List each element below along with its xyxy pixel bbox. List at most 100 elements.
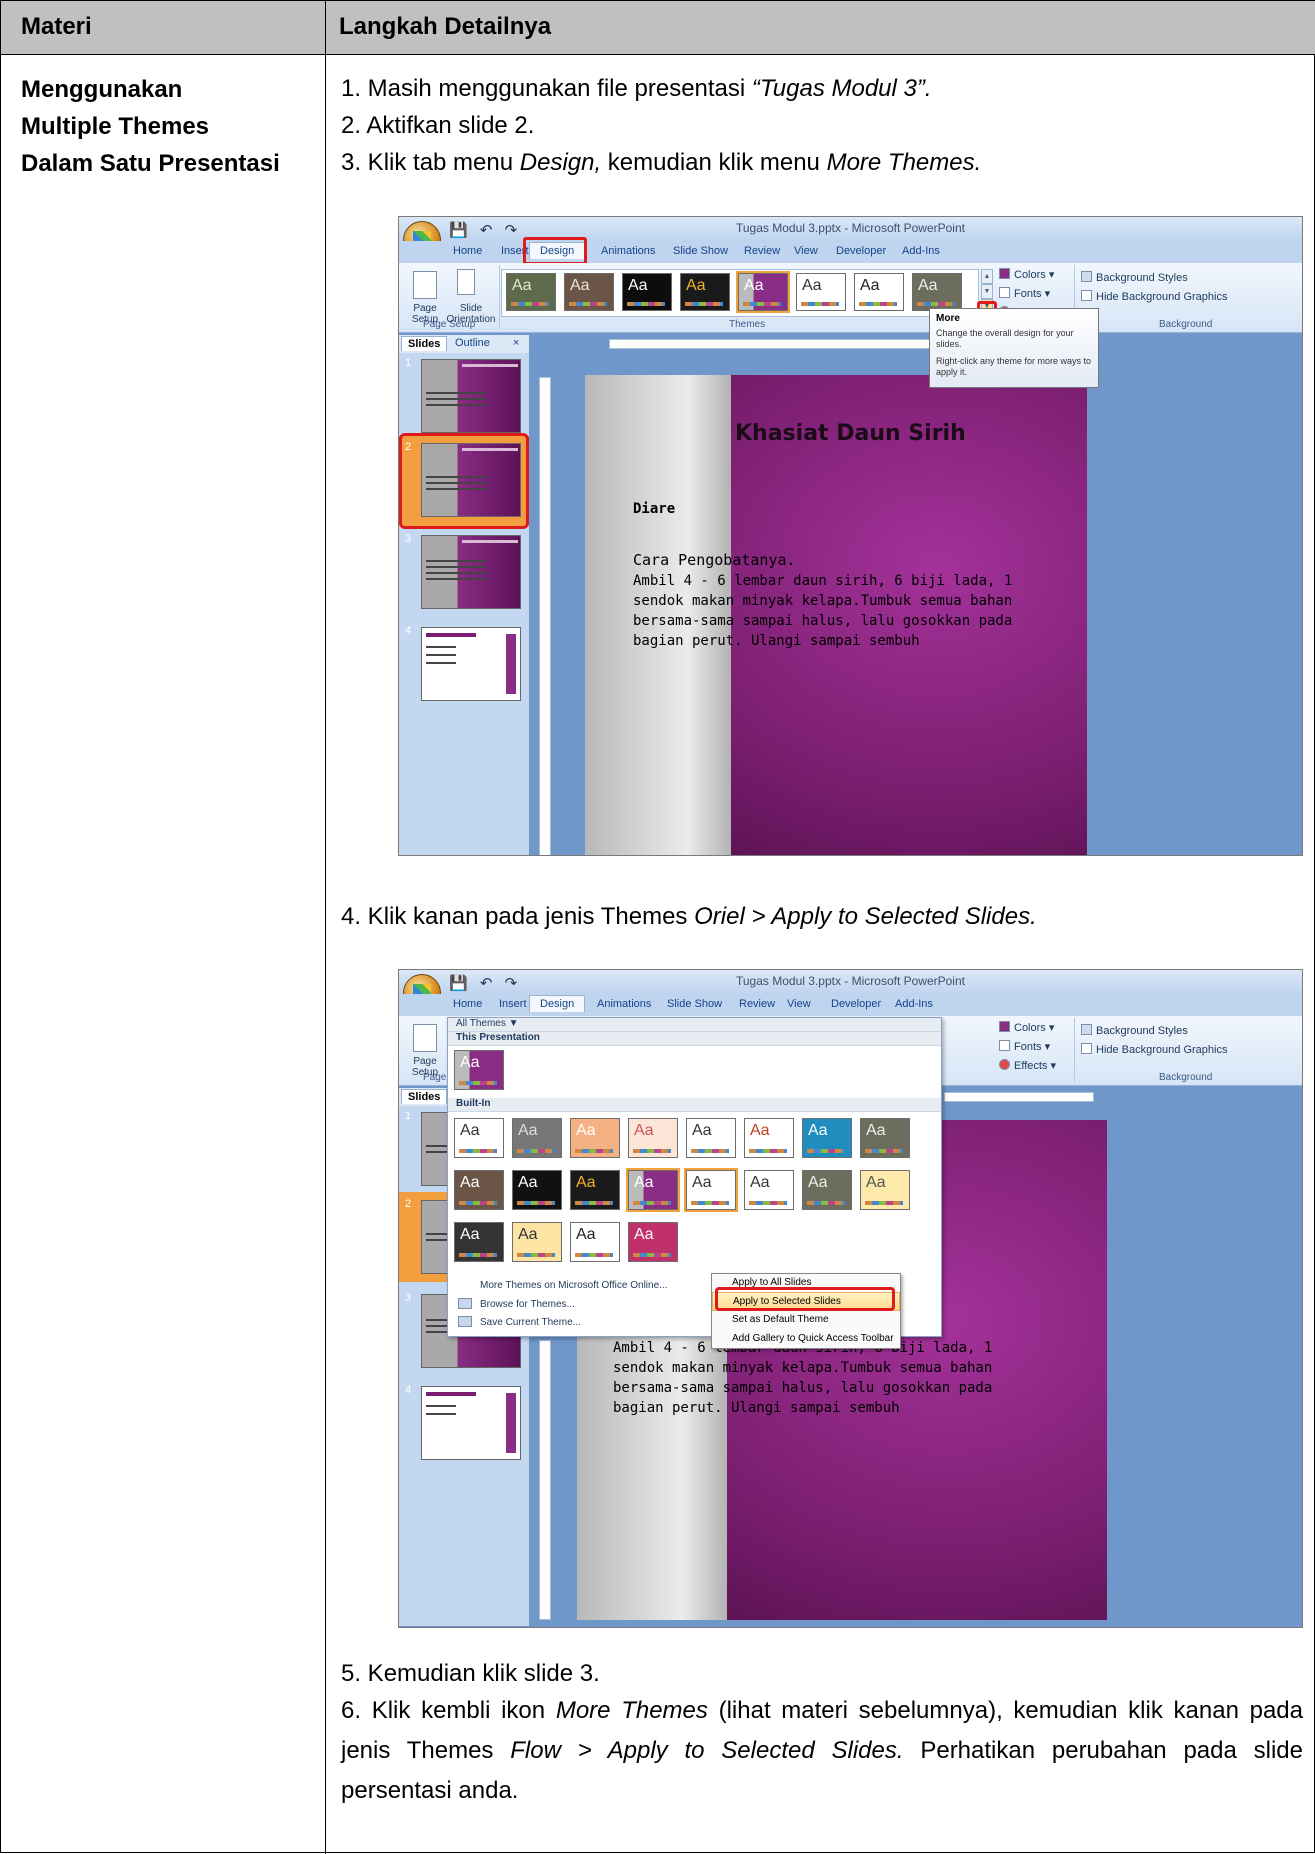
theme-thumb[interactable]: Aa — [564, 273, 614, 311]
fonts-button[interactable]: Fonts ▾ — [999, 1038, 1069, 1057]
slide-thumbnail-3[interactable] — [421, 535, 521, 609]
tab-animations[interactable]: Animations — [601, 245, 655, 257]
theme-thumb[interactable]: Aa — [506, 273, 556, 311]
background-styles-button[interactable]: Background Styles — [1081, 1022, 1302, 1041]
theme-thumb[interactable]: Aa — [912, 273, 962, 311]
page-setup-icon[interactable] — [413, 1024, 437, 1052]
header-materi: Materi — [21, 13, 92, 40]
fonts-button[interactable]: Fonts ▾ — [999, 285, 1069, 304]
theme-thumb[interactable]: Aa — [860, 1118, 910, 1158]
theme-thumb[interactable]: Aa — [684, 1168, 738, 1212]
colors-icon — [999, 1021, 1010, 1032]
theme-thumb[interactable]: Aa — [454, 1170, 504, 1210]
group-separator — [1074, 1018, 1075, 1082]
slides-pane: 1 2 3 4 — [399, 353, 529, 855]
tab-design[interactable]: Design — [529, 995, 586, 1012]
theme-thumb[interactable]: Aa — [628, 1118, 678, 1158]
theme-thumb[interactable]: Aa — [686, 1118, 736, 1158]
theme-thumb[interactable]: Aa — [854, 273, 904, 311]
theme-thumb[interactable]: Aa — [802, 1118, 852, 1158]
colors-button[interactable]: Colors ▾ — [999, 266, 1069, 285]
effects-button[interactable]: Effects ▾ — [999, 1057, 1069, 1076]
hide-background-checkbox[interactable]: Hide Background Graphics — [1081, 288, 1302, 307]
slide-subtitle[interactable]: Diare — [633, 499, 675, 519]
tab-slides[interactable]: Slides — [401, 336, 448, 351]
theme-thumb[interactable]: Aa — [512, 1222, 562, 1262]
this-presentation-header: This Presentation — [448, 1032, 941, 1046]
topic-line: Multiple Themes — [21, 113, 210, 140]
slide-2-highlight — [399, 433, 529, 529]
horizontal-ruler — [609, 339, 939, 349]
menu-add-gallery-qat[interactable]: Add Gallery to Quick Access Toolbar — [712, 1330, 900, 1349]
quick-access-toolbar[interactable]: 💾 ↶ ↷ — [449, 974, 521, 992]
theme-thumb[interactable]: Aa — [860, 1170, 910, 1210]
tab-slides[interactable]: Slides — [401, 1089, 448, 1104]
theme-thumb[interactable]: Aa — [512, 1118, 562, 1158]
tab-animations[interactable]: Animations — [597, 998, 651, 1010]
theme-thumb[interactable]: Aa — [512, 1170, 562, 1210]
tab-review[interactable]: Review — [739, 998, 775, 1010]
close-pane-icon[interactable]: × — [507, 336, 525, 350]
step-6: 6. Klik kembli ikon More Themes (lihat m… — [341, 1697, 1304, 1804]
slide-thumbnail-4[interactable] — [421, 627, 521, 701]
slide-canvas[interactable]: Khasiat Daun Sirih Diare Cara Pengobatan… — [585, 375, 1087, 855]
background-styles-button[interactable]: Background Styles — [1081, 269, 1302, 288]
group-separator — [499, 265, 500, 329]
tab-add-ins[interactable]: Add-Ins — [895, 998, 933, 1010]
pane-tabs: Slides Outline × — [399, 335, 529, 353]
page-setup-icon[interactable] — [413, 271, 437, 299]
tab-home[interactable]: Home — [453, 998, 482, 1010]
theme-thumb[interactable]: Aa — [454, 1222, 504, 1262]
gallery-down-button[interactable]: ▼ — [981, 284, 993, 299]
tab-view[interactable]: View — [794, 245, 818, 257]
theme-thumb[interactable]: Aa — [802, 1170, 852, 1210]
checkbox-icon — [1081, 1043, 1092, 1054]
theme-thumb[interactable]: Aa — [744, 1170, 794, 1210]
tab-developer[interactable]: Developer — [831, 998, 881, 1010]
slide-title[interactable]: Khasiat Daun Sirih — [735, 421, 966, 446]
effects-icon — [999, 1059, 1010, 1070]
theme-thumb-current[interactable]: Aa — [736, 271, 790, 313]
theme-thumb-oriel[interactable]: Aa — [626, 1168, 680, 1212]
slide-orientation-icon[interactable] — [457, 269, 475, 295]
slide-heading[interactable]: Cara Pengobatanya. — [633, 550, 796, 570]
all-themes-dropdown[interactable]: All Themes ▼ — [448, 1018, 941, 1032]
background-options: Background Styles Hide Background Graphi… — [1081, 269, 1302, 307]
tab-view[interactable]: View — [787, 998, 811, 1010]
tab-developer[interactable]: Developer — [836, 245, 886, 257]
theme-thumb[interactable]: Aa — [796, 273, 846, 311]
tab-review[interactable]: Review — [744, 245, 780, 257]
theme-thumb[interactable]: Aa — [680, 273, 730, 311]
save-theme-item[interactable]: Save Current Theme... — [458, 1316, 581, 1328]
current-theme-thumb[interactable]: Aa — [454, 1050, 504, 1090]
quick-access-toolbar[interactable]: 💾 ↶ ↷ — [449, 221, 521, 239]
theme-thumb[interactable]: Aa — [628, 1222, 678, 1262]
menu-set-default[interactable]: Set as Default Theme — [712, 1311, 900, 1330]
group-themes: Themes — [729, 319, 766, 330]
slide-thumbnail-4[interactable] — [421, 1386, 521, 1460]
theme-thumb[interactable]: Aa — [570, 1222, 620, 1262]
slide-body-text[interactable]: Ambil 4 - 6 lembar daun sirih, 6 biji la… — [633, 571, 1053, 651]
slide-body-text[interactable]: Ambil 4 - 6 lembar daun sirih, 6 biji la… — [613, 1338, 1033, 1418]
theme-thumb[interactable]: Aa — [744, 1118, 794, 1158]
save-icon — [458, 1316, 472, 1327]
theme-thumb[interactable]: Aa — [454, 1118, 504, 1158]
gallery-up-button[interactable]: ▲ — [981, 269, 993, 284]
tab-home[interactable]: Home — [453, 245, 482, 257]
hide-background-checkbox[interactable]: Hide Background Graphics — [1081, 1041, 1302, 1060]
more-themes-online-item[interactable]: More Themes on Microsoft Office Online..… — [458, 1280, 667, 1291]
theme-thumb[interactable]: Aa — [570, 1170, 620, 1210]
fonts-icon — [999, 287, 1010, 298]
tab-slide-show[interactable]: Slide Show — [667, 998, 722, 1010]
tab-slide-show[interactable]: Slide Show — [673, 245, 728, 257]
browse-themes-item[interactable]: Browse for Themes... — [458, 1298, 575, 1310]
tab-add-ins[interactable]: Add-Ins — [902, 245, 940, 257]
theme-thumb[interactable]: Aa — [570, 1118, 620, 1158]
tab-insert[interactable]: Insert — [499, 998, 527, 1010]
background-options: Background Styles Hide Background Graphi… — [1081, 1022, 1302, 1060]
slide-thumbnail-1[interactable] — [421, 359, 521, 433]
theme-thumb[interactable]: Aa — [622, 273, 672, 311]
slide-number: 1 — [405, 357, 412, 369]
tab-outline[interactable]: Outline — [449, 336, 496, 350]
colors-button[interactable]: Colors ▾ — [999, 1019, 1069, 1038]
